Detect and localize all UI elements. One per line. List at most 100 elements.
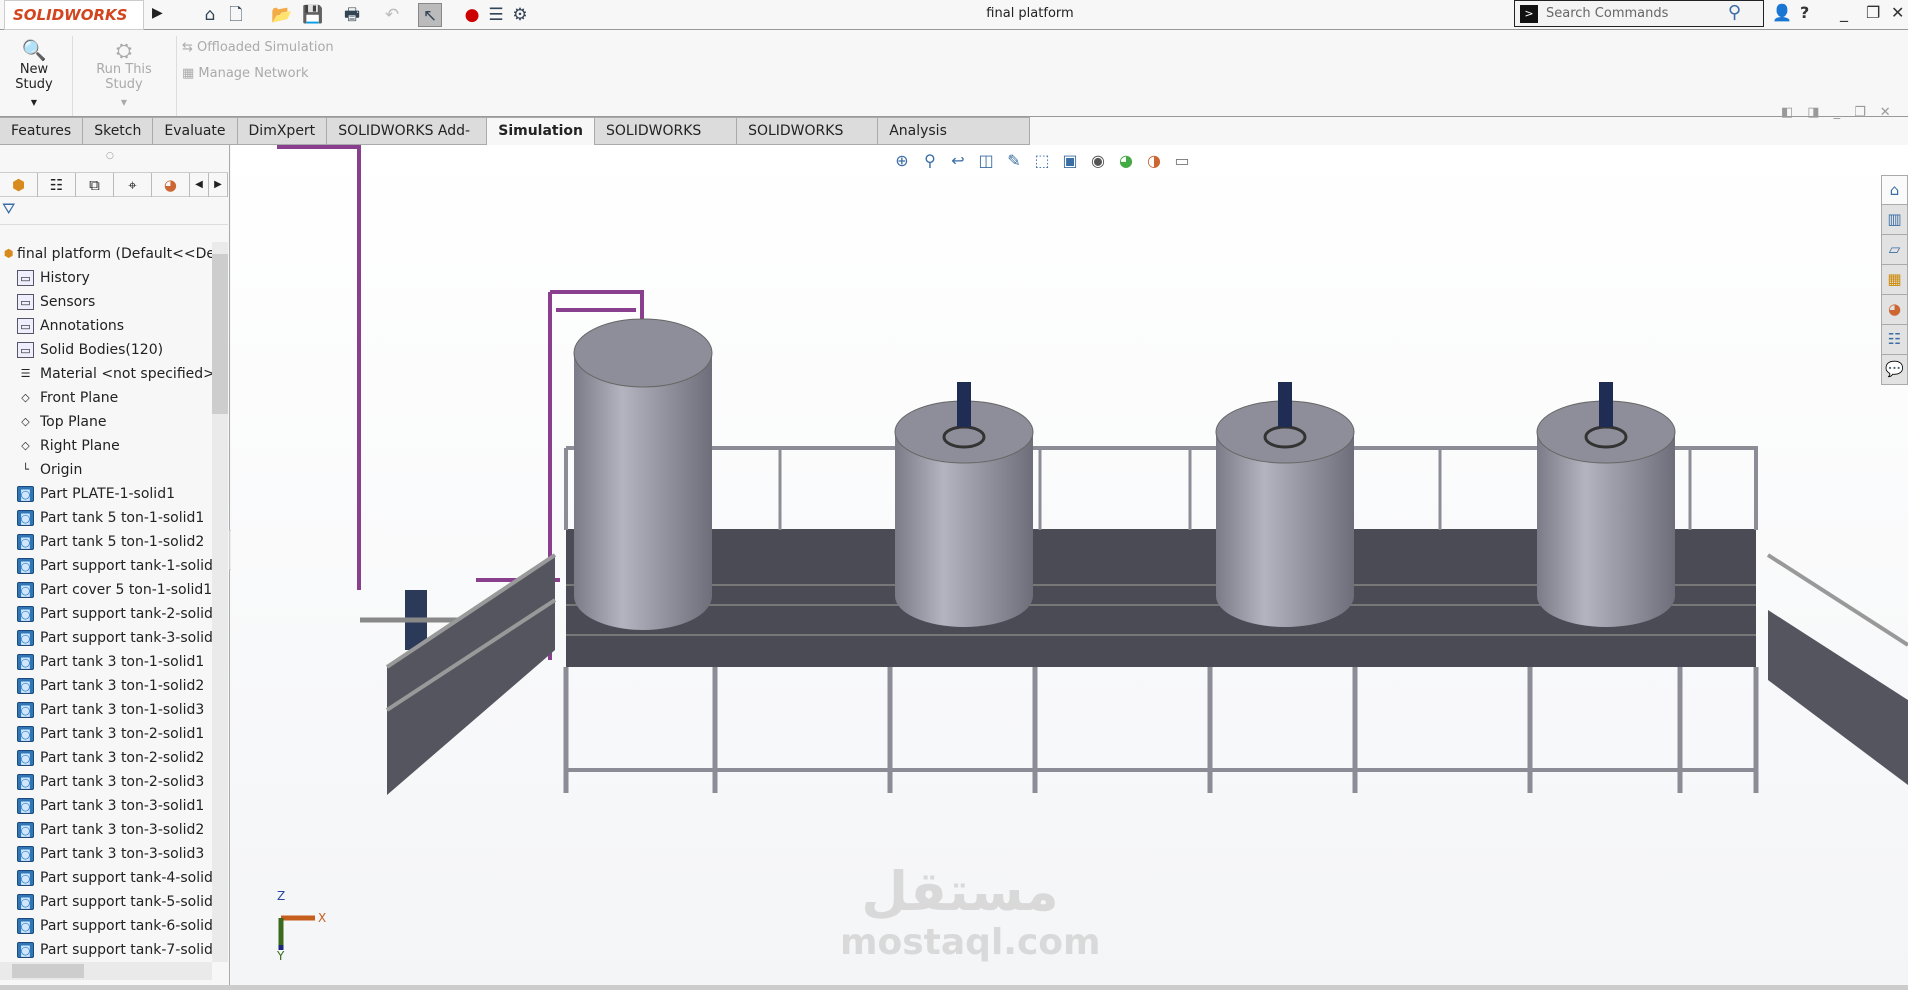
scrollbar-thumb[interactable]	[212, 254, 228, 414]
restore-icon[interactable]: ❐	[1866, 3, 1880, 22]
platform-3d-model[interactable]: X Y Z	[231, 145, 1908, 985]
configuration-manager-tab-icon[interactable]: ⧉	[76, 173, 114, 197]
tree-item[interactable]: ☰ Material <not specified>	[0, 362, 212, 386]
tank	[894, 382, 1034, 627]
tab-analysis-preparation[interactable]: Analysis Preparation	[878, 117, 1030, 165]
new-document-icon[interactable]: 🗋	[224, 3, 248, 27]
tree-horizontal-scrollbar[interactable]	[0, 962, 212, 980]
agitator-motor	[957, 382, 971, 427]
manage-network-label: Manage Network	[198, 66, 309, 81]
tree-item[interactable]: ▭ Annotations	[0, 314, 212, 338]
tab-cam[interactable]: SOLIDWORKS CAM	[737, 117, 879, 165]
minimize-icon[interactable]: _	[1840, 3, 1848, 22]
minimize-icon[interactable]: _	[1834, 105, 1841, 120]
dock-left-icon[interactable]: ◧	[1781, 105, 1793, 120]
tab-addins[interactable]: SOLIDWORKS Add-Ins	[327, 117, 488, 165]
tree-item[interactable]: ▭ Solid Bodies(120)	[0, 338, 212, 362]
open-icon[interactable]: 📂	[270, 3, 294, 27]
tab-dimxpert[interactable]: DimXpert	[237, 117, 328, 145]
tree-root[interactable]: ⬢ final platform (Default<<De	[0, 242, 212, 266]
save-icon[interactable]: 💾	[301, 3, 325, 27]
offloaded-label: Offloaded Simulation	[197, 40, 334, 55]
home-icon[interactable]: ⌂	[198, 3, 222, 27]
tab-evaluate[interactable]: Evaluate	[153, 117, 238, 145]
tree-item[interactable]: ◙ Part support tank-6-solid1	[0, 914, 212, 938]
tree-item[interactable]: ◙ Part cover 5 ton-1-solid1	[0, 578, 212, 602]
file-properties-icon[interactable]: ☰	[484, 3, 508, 27]
scroll-left-icon[interactable]: ◀	[190, 173, 209, 197]
rebuild-icon[interactable]: ●	[460, 3, 484, 27]
tab-simulation[interactable]: Simulation	[487, 117, 596, 145]
tree-item-label: Part tank 3 ton-3-solid2	[40, 822, 205, 838]
tree-item[interactable]: ◙ Part PLATE-1-solid1	[0, 482, 212, 506]
dimxpert-manager-tab-icon[interactable]: ⌖	[114, 173, 152, 197]
tree-item[interactable]: ◙ Part tank 5 ton-1-solid1	[0, 506, 212, 530]
undo-icon[interactable]: ↶	[380, 3, 404, 27]
filter-icon[interactable]: ⛛	[0, 199, 228, 225]
help-icon[interactable]: ?	[1800, 3, 1809, 22]
tree-item-label: Part support tank-1-solid1	[40, 558, 212, 574]
print-icon[interactable]: 🖶	[340, 3, 364, 27]
panel-grip[interactable]: ○	[106, 151, 114, 161]
new-study-button[interactable]: 🔍 New Study ▼	[0, 38, 68, 107]
tab-mbd[interactable]: SOLIDWORKS MBD	[595, 117, 738, 165]
tree-item[interactable]: ◙ Part tank 3 ton-2-solid1	[0, 722, 212, 746]
tree-item-label: Sensors	[40, 294, 96, 310]
tree-item-label: Part tank 3 ton-1-solid1	[40, 654, 205, 670]
tree-item-label: Part support tank-6-solid1	[40, 918, 212, 934]
options-icon[interactable]: ⚙	[508, 3, 532, 27]
tree-item[interactable]: ◙ Part support tank-3-solid1	[0, 626, 212, 650]
tree-item[interactable]: ◙ Part support tank-1-solid1	[0, 554, 212, 578]
tree-item[interactable]: ◙ Part support tank-5-solid1	[0, 890, 212, 914]
tree-item-label: Part tank 3 ton-3-solid3	[40, 846, 205, 862]
tree-item[interactable]: ◙ Part tank 3 ton-2-solid2	[0, 746, 212, 770]
tab-sketch[interactable]: Sketch	[83, 117, 154, 145]
close-icon[interactable]: ✕	[1880, 105, 1891, 120]
scroll-right-icon[interactable]: ▶	[209, 173, 228, 197]
dock-right-icon[interactable]: ◨	[1807, 105, 1819, 120]
solidworks-logo[interactable]: SOLIDWORKS	[4, 0, 144, 30]
tree-item[interactable]: ▭ History	[0, 266, 212, 290]
search-icon[interactable]: ⚲	[1728, 2, 1741, 23]
tree-item[interactable]: ◙ Part tank 3 ton-1-solid2	[0, 674, 212, 698]
offloaded-simulation-button[interactable]: ⇆ Offloaded Simulation	[182, 40, 334, 55]
run-study-button[interactable]: ⛭ Run This Study ▼	[76, 38, 172, 107]
feature-manager-tab-icon[interactable]: ⬢	[0, 173, 38, 197]
tree-item[interactable]: ◙ Part support tank-2-solid1	[0, 602, 212, 626]
tree-item[interactable]: ◙ Part tank 3 ton-1-solid1	[0, 650, 212, 674]
tree-item[interactable]: ◙ Part tank 5 ton-1-solid2	[0, 530, 212, 554]
tree-item[interactable]: ◇ Right Plane	[0, 434, 212, 458]
tree-item[interactable]: ◙ Part tank 3 ton-3-solid3	[0, 842, 212, 866]
tree-item[interactable]: ▭ Sensors	[0, 290, 212, 314]
property-manager-tab-icon[interactable]: ☷	[38, 173, 76, 197]
feature-tree: ⬢ final platform (Default<<De ▭ History ▭ Sen…	[0, 242, 212, 962]
select-icon[interactable]: ↖	[418, 3, 442, 27]
manage-network-button[interactable]: ▦ Manage Network	[182, 66, 308, 81]
close-icon[interactable]: ✕	[1891, 3, 1904, 22]
watermark-latin: mostaql.com	[840, 922, 1101, 963]
tree-item[interactable]: ◙ Part support tank-7-solid1	[0, 938, 212, 962]
plane-icon: ◇	[21, 439, 30, 452]
tree-vertical-scrollbar[interactable]	[212, 242, 228, 962]
restore-icon[interactable]: ❐	[1854, 105, 1866, 120]
part-icon: ◙	[17, 534, 34, 550]
tree-item[interactable]: └ Origin	[0, 458, 212, 482]
tab-features[interactable]: Features	[0, 117, 84, 145]
tree-item[interactable]: ◇ Front Plane	[0, 386, 212, 410]
user-icon[interactable]: 👤	[1772, 3, 1792, 22]
tree-item[interactable]: ◇ Top Plane	[0, 410, 212, 434]
tree-item[interactable]: ◙ Part tank 3 ton-3-solid2	[0, 818, 212, 842]
display-manager-tab-icon[interactable]: ◕	[152, 173, 190, 197]
search-commands-input[interactable]: > Search Commands ⚲	[1514, 0, 1764, 27]
folder-icon: ▭	[17, 294, 34, 310]
dropdown-caret-icon: ▼	[30, 98, 38, 107]
expand-menu-arrow-icon[interactable]: ▶	[152, 5, 163, 21]
tank	[1536, 382, 1676, 627]
tree-item[interactable]: ◙ Part support tank-4-solid1	[0, 866, 212, 890]
search-placeholder: Search Commands	[1546, 6, 1669, 21]
tree-item[interactable]: ◙ Part tank 3 ton-3-solid1	[0, 794, 212, 818]
tree-item[interactable]: ◙ Part tank 3 ton-2-solid3	[0, 770, 212, 794]
tree-item-label: Top Plane	[40, 414, 107, 430]
scrollbar-thumb[interactable]	[12, 964, 84, 978]
tree-item[interactable]: ◙ Part tank 3 ton-1-solid3	[0, 698, 212, 722]
